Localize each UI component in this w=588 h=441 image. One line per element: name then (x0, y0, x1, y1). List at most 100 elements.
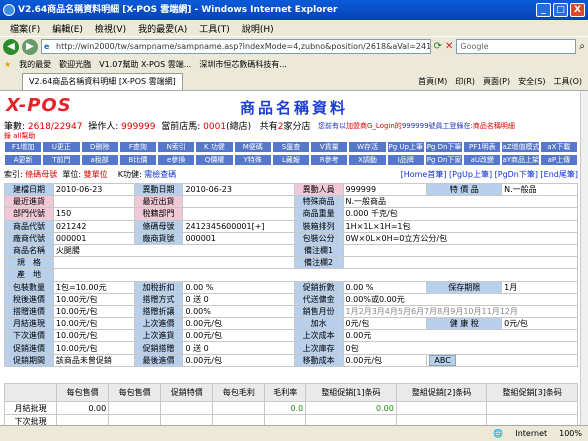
function-button[interactable]: M便碼 (233, 141, 272, 153)
function-button[interactable]: aX下載 (539, 141, 578, 153)
menu-help[interactable]: 說明(H) (236, 22, 280, 35)
favorite-item[interactable]: 歡迎光臨 (59, 59, 91, 70)
print-button[interactable]: 印(R) (455, 76, 475, 87)
rebate-mode: 0 送 0 (182, 292, 295, 306)
function-button[interactable]: Y特殊 (233, 154, 272, 166)
function-button[interactable]: Pg Dn下家 (424, 154, 464, 166)
menu-file[interactable]: 檔案(F) (4, 22, 46, 35)
logo: X-POS (6, 95, 72, 116)
function-button[interactable]: Q價權 (195, 154, 234, 166)
function-button[interactable]: a稅部 (80, 154, 119, 166)
function-button[interactable]: S盤查 (271, 141, 311, 153)
function-button[interactable]: aU改變 (463, 154, 502, 166)
menu-bar: 檔案(F) 編輯(E) 檢視(V) 我的最愛(A) 工具(T) 說明(H) (0, 20, 588, 36)
ie-icon (3, 4, 15, 16)
nav-links[interactable]: [Home首筆] [PgUp上筆] [PgDn下筆] [End尾筆] (401, 169, 578, 180)
function-button[interactable]: T前門 (42, 154, 81, 166)
function-button[interactable]: K 功健 (195, 141, 234, 153)
table-cell (305, 414, 397, 425)
safety-button[interactable]: 安全(S) (518, 76, 545, 87)
function-button[interactable]: F1增加 (4, 141, 43, 153)
stop-icon[interactable]: ✕ (445, 41, 453, 52)
page-button[interactable]: 頁面(P) (483, 76, 510, 87)
address-bar: ◀ ▶ http://win2000/tw/sampname/sampname.… (0, 36, 588, 56)
menu-edit[interactable]: 編輯(E) (46, 22, 89, 35)
notice-link[interactable]: 加盟商G_Login的 (346, 122, 402, 130)
window-title: V2.64商品名稱資料明細 [X-POS 雲端網] - Windows Inte… (18, 5, 338, 15)
favorites-star-icon[interactable]: ★ (4, 60, 11, 69)
field-label: 搭贈進價 (4, 304, 54, 319)
function-button[interactable]: U更正 (42, 141, 81, 153)
function-button[interactable]: L藏報 (271, 154, 311, 166)
tab-current[interactable]: V2.64商品名稱資料明細 [X-POS 雲端網] (22, 73, 183, 90)
menu-view[interactable]: 檢視(V) (89, 22, 132, 35)
field-label: 最後進價 (133, 353, 184, 367)
field-label: 稅籍部門 (133, 207, 184, 221)
search-icon[interactable]: ⌕ (579, 41, 588, 52)
menu-tools[interactable]: 工具(T) (193, 22, 236, 35)
function-button[interactable]: I品牌 (386, 154, 425, 166)
tools-button[interactable]: 工具(O) (553, 76, 582, 87)
function-button[interactable]: aP上傳 (539, 154, 578, 166)
function-button[interactable]: D刪除 (80, 141, 119, 153)
close-button[interactable]: X (570, 3, 585, 17)
abc-cell: ABC (426, 353, 578, 367)
move-cost: 0.00元/包 (342, 353, 428, 367)
function-button[interactable]: B比價 (118, 154, 158, 166)
function-button[interactable]: Pg Up上筆 (386, 141, 425, 153)
back-icon[interactable]: ◀ (3, 38, 19, 55)
button-row: A更新 T前門 a稅部 B比價 e參換 Q價權 Y特殊 L藏報 R參考 X調動 I品牌 Pg Dn下家… (4, 154, 578, 166)
vertical-scrollbar[interactable] (580, 91, 588, 425)
promo-period: 該商品未曾促銷 (52, 353, 135, 367)
forward-icon[interactable]: ▶ (22, 38, 38, 55)
minimize-button[interactable]: _ (536, 3, 551, 17)
latest-out-value (182, 195, 295, 209)
zoom-level[interactable]: 100% (559, 429, 582, 438)
pack-size: 0W×0L×0H=0立方公分/包 (342, 231, 579, 245)
change-person: 999999 (342, 182, 428, 197)
unit-label: 單位: (62, 170, 82, 179)
next-price: 10.00元/包 (52, 329, 135, 343)
field-label: 促銷進價 (4, 341, 54, 355)
favorites-label[interactable]: 我的最愛 (19, 59, 51, 70)
maximize-button[interactable]: □ (553, 3, 568, 17)
latest-out-link[interactable]: 最近出貨 (133, 195, 184, 209)
field-label: 促銷搭贈 (133, 341, 184, 355)
function-button[interactable]: A更新 (4, 154, 43, 166)
function-buttons: F1增加 U更正 D刪除 F查詢 N索引 K 功健 M便碼 S盤查 V貨量 W存活 Pg Up上筆 P… (4, 141, 578, 167)
function-button[interactable]: PF1明表 (463, 141, 502, 153)
function-button[interactable]: aZ增值模式 (501, 141, 540, 153)
field-label: 商品名稱 (4, 243, 54, 258)
pack-qty: 1包=10.00元 (52, 280, 135, 294)
field-label: 上次進價 (133, 317, 184, 331)
function-button[interactable]: R參考 (310, 154, 349, 166)
function-button[interactable]: X調動 (348, 154, 387, 166)
field-label: 廠商代號 (4, 231, 54, 245)
menu-favorites[interactable]: 我的最愛(A) (132, 22, 193, 35)
index-value[interactable]: 條碼母號 (25, 170, 57, 179)
detail-table: 建檔日期 2010-06-23 異動日期 2010-06-23 異動人員 999… (4, 182, 579, 367)
search-input[interactable]: Google (456, 39, 577, 54)
function-button[interactable]: V貨量 (310, 141, 349, 153)
function-button[interactable]: W存活 (348, 141, 387, 153)
favorite-item[interactable]: 深圳市恒芯數碼科技有... (199, 59, 287, 70)
home-button[interactable]: 首頁(M) (418, 76, 447, 87)
favorite-item[interactable]: V1.07幫助 X-POS 雲端... (99, 59, 191, 70)
field-label: 建檔日期 (4, 182, 54, 197)
function-button[interactable]: aY商品上架 (501, 154, 540, 166)
internet-zone-icon: 🌐 (493, 429, 504, 438)
k-label: K功健: (117, 170, 142, 179)
field-label: 上次進貨 (133, 329, 184, 343)
abc-button[interactable]: ABC (429, 355, 456, 366)
table-cell (212, 401, 266, 415)
function-button[interactable]: N索引 (157, 141, 196, 153)
address-input[interactable]: http://win2000/tw/sampname/sampname.asp?… (41, 39, 431, 54)
refresh-icon[interactable]: ⟳ (434, 41, 442, 52)
function-button[interactable]: F查詢 (118, 141, 158, 153)
function-button[interactable]: e參換 (157, 154, 196, 166)
help-notice[interactable]: 錄 all幫助 (4, 131, 35, 141)
field-label: 條碼母號 (133, 219, 184, 233)
column-header: 每包售價 (56, 383, 110, 402)
function-button[interactable]: Pg Dn下筆 (424, 141, 464, 153)
latest-in-link[interactable]: 最近進貨 (4, 195, 54, 209)
